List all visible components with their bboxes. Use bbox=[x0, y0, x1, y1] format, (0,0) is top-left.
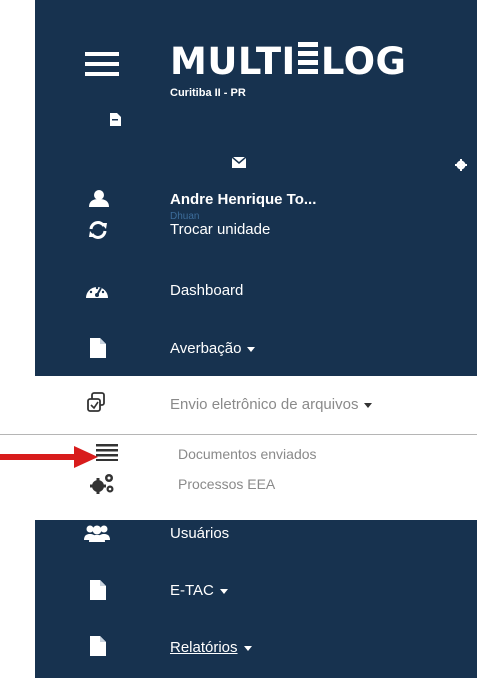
app-logo: MULTI LOG bbox=[170, 42, 406, 82]
menu-etac[interactable]: E-TAC bbox=[170, 582, 228, 599]
menu-envio-eletronico[interactable]: Envio eletrônico de arquivos bbox=[170, 396, 373, 413]
menu-averbacao-label: Averbação bbox=[170, 340, 242, 357]
list-icon bbox=[96, 443, 118, 466]
red-arrow-icon bbox=[0, 446, 98, 473]
gear-icon[interactable] bbox=[455, 158, 467, 176]
menu-averbacao[interactable]: Averbação bbox=[170, 340, 256, 357]
user-name[interactable]: Andre Henrique To... bbox=[170, 191, 316, 208]
menu-envio-label: Envio eletrônico de arquivos bbox=[170, 396, 359, 413]
cogs-icon bbox=[90, 472, 116, 499]
logo-bars-icon bbox=[297, 42, 318, 76]
envelope-icon[interactable] bbox=[231, 155, 247, 173]
file-icon bbox=[90, 636, 106, 661]
menu-relatorios-label: Relatórios bbox=[170, 639, 238, 656]
caret-down-icon bbox=[219, 588, 228, 594]
file-icon[interactable] bbox=[109, 113, 121, 131]
submenu-documentos-enviados[interactable]: Documentos enviados bbox=[178, 446, 317, 462]
copy-icon bbox=[86, 392, 106, 417]
menu-usuarios[interactable]: Usuários bbox=[170, 525, 229, 542]
caret-down-icon bbox=[247, 346, 256, 352]
hamburger-icon[interactable] bbox=[85, 52, 119, 81]
logo-text-right: LOG bbox=[320, 40, 407, 83]
caret-down-icon bbox=[243, 645, 252, 651]
refresh-icon bbox=[88, 221, 108, 244]
logo-text-left: MULTI bbox=[170, 40, 296, 83]
file-icon bbox=[90, 580, 106, 605]
user-icon bbox=[89, 190, 109, 212]
submenu-processos-eea[interactable]: Processos EEA bbox=[178, 476, 275, 492]
menu-etac-label: E-TAC bbox=[170, 582, 214, 599]
caret-down-icon bbox=[364, 402, 373, 408]
menu-trocar-unidade[interactable]: Trocar unidade bbox=[170, 221, 270, 238]
users-icon bbox=[84, 524, 110, 547]
menu-dashboard[interactable]: Dashboard bbox=[170, 282, 243, 299]
file-icon bbox=[90, 338, 106, 363]
unit-label: Curitiba II - PR bbox=[170, 87, 246, 99]
menu-relatorios[interactable]: Relatórios bbox=[170, 639, 252, 656]
dashboard-icon bbox=[86, 282, 108, 303]
